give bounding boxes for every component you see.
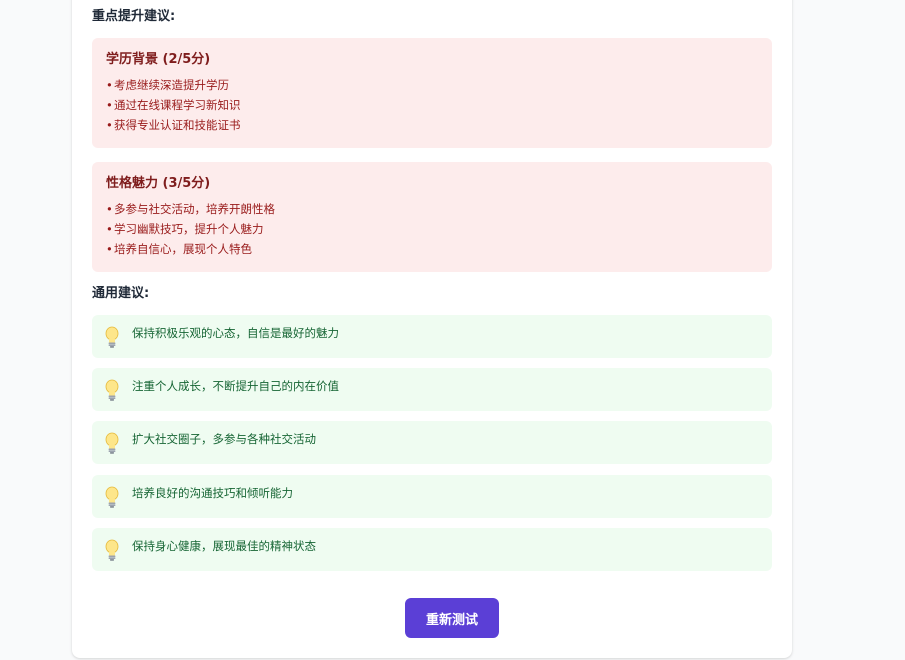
tip-card: 扩大社交圈子，多参与各种社交活动 (92, 421, 772, 464)
lightbulb-icon (105, 486, 119, 508)
tip-card: 保持身心健康，展现最佳的精神状态 (92, 528, 772, 571)
retest-button[interactable]: 重新测试 (405, 598, 499, 638)
list-item: •多参与社交活动，培养开朗性格 (106, 202, 275, 216)
tip-card: 培养良好的沟通技巧和倾听能力 (92, 475, 772, 518)
lightbulb-icon (105, 539, 119, 561)
tip-text: 保持身心健康，展现最佳的精神状态 (132, 539, 316, 553)
improvement-list: •多参与社交活动，培养开朗性格 •学习幽默技巧，提升个人魅力 •培养自信心，展现… (106, 199, 758, 259)
tip-text: 注重个人成长，不断提升自己的内在价值 (132, 379, 339, 393)
list-item: •获得专业认证和技能证书 (106, 118, 241, 132)
improvement-title: 性格魅力 (3/5分) (106, 176, 211, 191)
improvement-card-education: 学历背景 (2/5分) •考虑继续深造提升学历 •通过在线课程学习新知识 •获得… (92, 38, 772, 148)
lightbulb-icon (105, 326, 119, 348)
list-item: •培养自信心，展现个人特色 (106, 242, 252, 256)
list-item: •考虑继续深造提升学历 (106, 78, 229, 92)
tip-text: 扩大社交圈子，多参与各种社交活动 (132, 432, 316, 446)
lightbulb-icon (105, 379, 119, 401)
improvement-title: 学历背景 (2/5分) (106, 52, 211, 67)
tip-text: 培养良好的沟通技巧和倾听能力 (132, 486, 293, 500)
tip-card: 注重个人成长，不断提升自己的内在价值 (92, 368, 772, 411)
improvement-heading: 重点提升建议: (92, 9, 176, 24)
list-item: •通过在线课程学习新知识 (106, 98, 241, 112)
general-heading: 通用建议: (92, 286, 150, 301)
tip-text: 保持积极乐观的心态，自信是最好的魅力 (132, 326, 339, 340)
tip-card: 保持积极乐观的心态，自信是最好的魅力 (92, 315, 772, 358)
improvement-card-personality: 性格魅力 (3/5分) •多参与社交活动，培养开朗性格 •学习幽默技巧，提升个人… (92, 162, 772, 272)
lightbulb-icon (105, 432, 119, 454)
list-item: •学习幽默技巧，提升个人魅力 (106, 222, 264, 236)
result-card: 重点提升建议: 学历背景 (2/5分) •考虑继续深造提升学历 •通过在线课程学… (72, 0, 792, 658)
improvement-list: •考虑继续深造提升学历 •通过在线课程学习新知识 •获得专业认证和技能证书 (106, 75, 758, 135)
